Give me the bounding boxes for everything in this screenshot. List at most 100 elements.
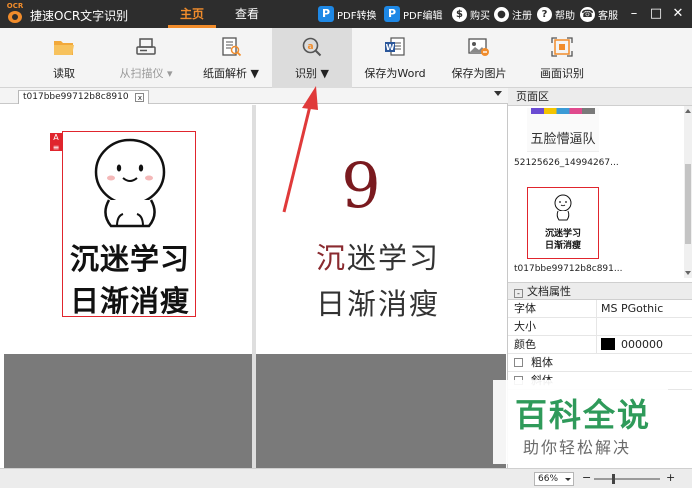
- tab-home[interactable]: 主页: [168, 0, 216, 28]
- buy-label: 购买: [470, 10, 490, 22]
- pages-panel-header: 页面区: [508, 88, 692, 106]
- pdf-convert-label: PDF转换: [337, 10, 377, 22]
- watermark-title: 百科全说: [515, 396, 652, 434]
- zoom-in-button[interactable]: +: [666, 471, 675, 484]
- page-thumbnail-list[interactable]: 五脸懵逼队 52125626_14994267... 沉迷学习 日渐消瘦 t01…: [508, 106, 684, 278]
- result-line-1-first-char: 沉: [316, 241, 348, 275]
- color-label: 颜色: [514, 338, 536, 351]
- chevron-down-icon: [565, 478, 571, 481]
- word-icon: W: [385, 37, 405, 56]
- scanner-icon: [136, 38, 156, 55]
- property-row-size[interactable]: 大小: [508, 318, 692, 336]
- minimize-icon[interactable]: –: [624, 4, 644, 24]
- page-thumbnail-2-name: t017bbe99712b8c891...: [514, 264, 623, 274]
- pdf-edit-button[interactable]: P PDF编辑: [384, 5, 442, 23]
- document-tab[interactable]: t017bbe99712b8c8910 x: [18, 90, 150, 104]
- phone-icon: ☎: [580, 6, 595, 22]
- font-value[interactable]: MS PGothic: [596, 300, 663, 318]
- page-parse-label: 纸面解析 ▼: [203, 67, 259, 80]
- pdf-edit-label: PDF编辑: [403, 10, 443, 22]
- color-swatch[interactable]: [601, 338, 615, 350]
- title-bar: OCR 捷速OCR文字识别 主页 查看 P PDF转换 P PDF编辑 $ 购买…: [0, 0, 692, 28]
- property-row-font[interactable]: 字体 MS PGothic: [508, 300, 692, 318]
- page-thumbnail-2[interactable]: 沉迷学习 日渐消瘦: [527, 187, 599, 259]
- document-tab-bar: t017bbe99712b8c8910 x: [0, 88, 508, 104]
- thumbnail-color-strip: [531, 108, 595, 114]
- screen-ocr-button[interactable]: 画面识别: [532, 28, 592, 88]
- user-icon: ●: [494, 6, 509, 22]
- ocr-region-marker-icon[interactable]: A ≡: [50, 133, 62, 152]
- scanner-label: 从扫描仪 ▾: [119, 67, 173, 80]
- read-button[interactable]: 读取: [38, 28, 90, 88]
- scroll-up-icon[interactable]: [685, 109, 691, 113]
- smiley-character-icon: [94, 138, 166, 228]
- help-icon: ?: [537, 6, 552, 22]
- zoom-slider-handle[interactable]: [612, 474, 615, 484]
- pdf-convert-icon: P: [318, 6, 334, 22]
- page-parse-icon: [222, 37, 242, 57]
- recognize-button[interactable]: a 识别 ▼: [272, 28, 352, 88]
- source-pane-empty-area: [4, 354, 252, 468]
- property-row-bold[interactable]: 粗体: [508, 354, 692, 372]
- register-button[interactable]: ● 注册: [494, 5, 532, 23]
- read-label: 读取: [53, 67, 75, 80]
- size-label: 大小: [514, 320, 536, 333]
- ocr-badge-letter: A: [53, 133, 59, 142]
- maximize-icon[interactable]: □: [646, 4, 666, 24]
- cart-icon: $: [452, 6, 467, 22]
- bold-option[interactable]: 粗体: [514, 354, 553, 372]
- help-button[interactable]: ? 帮助: [537, 5, 575, 23]
- source-image-pane[interactable]: A ≡ 沉迷学习 日渐消瘦: [4, 105, 252, 468]
- scrollbar-thumb[interactable]: [685, 164, 691, 244]
- collapse-icon[interactable]: -: [514, 289, 523, 298]
- zoom-value: 66%: [538, 474, 559, 484]
- result-pane-empty-area: [256, 354, 506, 468]
- size-value[interactable]: [596, 318, 601, 336]
- service-button[interactable]: ☎ 客服: [580, 5, 618, 23]
- pdf-convert-button[interactable]: P PDF转换: [318, 5, 376, 23]
- pdf-edit-icon: P: [384, 6, 400, 22]
- result-line-1-rest: 迷学习: [347, 241, 441, 275]
- property-row-color[interactable]: 颜色 000000: [508, 336, 692, 354]
- color-value: 000000: [621, 338, 663, 351]
- watermark-subtitle: 助你轻松解决: [523, 438, 632, 457]
- document-properties-header[interactable]: - 文档属性: [508, 282, 692, 300]
- page-parse-button[interactable]: 纸面解析 ▼: [196, 28, 266, 88]
- screen-ocr-label: 画面识别: [540, 67, 584, 80]
- thumbnail-smiley-icon: [554, 194, 572, 221]
- close-tab-icon[interactable]: x: [135, 93, 145, 102]
- tab-list-dropdown-icon[interactable]: [494, 91, 502, 96]
- save-image-label: 保存为图片: [451, 67, 507, 80]
- service-label: 客服: [598, 10, 618, 22]
- recognize-label: 识别 ▼: [295, 67, 329, 80]
- save-word-button[interactable]: W 保存为Word: [360, 28, 430, 88]
- recognize-icon: a: [302, 37, 322, 57]
- source-caption-line-2: 日渐消瘦: [69, 284, 190, 318]
- color-value-cell[interactable]: 000000: [596, 336, 663, 354]
- app-window: OCR 捷速OCR文字识别 主页 查看 P PDF转换 P PDF编辑 $ 购买…: [0, 0, 692, 488]
- zoom-out-button[interactable]: −: [582, 471, 591, 484]
- eye-icon: [8, 11, 22, 23]
- close-icon[interactable]: ✕: [668, 4, 688, 24]
- scanner-button[interactable]: 从扫描仪 ▾: [108, 28, 184, 88]
- zoom-slider[interactable]: [594, 478, 660, 480]
- pointer-arrow-icon: [282, 86, 318, 213]
- thumbnail-scrollbar[interactable]: [684, 106, 692, 278]
- zoom-select[interactable]: 66%: [534, 472, 574, 486]
- tab-view[interactable]: 查看: [226, 0, 268, 28]
- buy-button[interactable]: $ 购买: [452, 5, 490, 23]
- bold-checkbox[interactable]: [514, 358, 523, 367]
- source-image-region[interactable]: 沉迷学习 日渐消瘦: [62, 131, 196, 318]
- save-image-button[interactable]: 保存为图片: [444, 28, 514, 88]
- app-logo: OCR: [4, 2, 26, 26]
- app-logo-text: OCR: [6, 2, 24, 10]
- ribbon-toolbar: 读取 从扫描仪 ▾ 纸面解析 ▼ a 识别 ▼ W 保存为Word 保存为图片 …: [0, 28, 692, 88]
- page-thumbnail-1[interactable]: 五脸懵逼队: [527, 108, 599, 152]
- document-area: t017bbe99712b8c8910 x A ≡ 沉迷学习 日渐消瘦 9 沉迷…: [0, 88, 508, 468]
- result-line-1[interactable]: 沉迷学习: [316, 235, 440, 277]
- scroll-down-icon[interactable]: [685, 271, 691, 275]
- page-thumbnail-1-text: 五脸懵逼队: [530, 132, 596, 147]
- image-icon: [468, 38, 489, 56]
- result-line-2[interactable]: 日渐消瘦: [316, 281, 440, 323]
- screen-capture-icon: [551, 37, 573, 57]
